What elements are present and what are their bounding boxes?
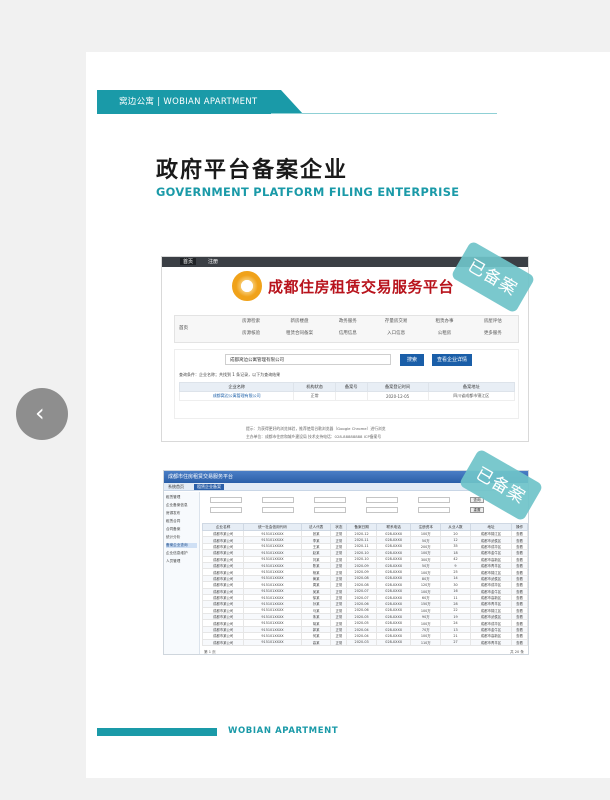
- pager-left: 第 1 页: [204, 650, 216, 654]
- chevron-left-icon: ‹: [35, 399, 45, 427]
- footer-line: 主办单位：成都市住房和城乡建设局 技术支持电话：028-88888888 ICP…: [246, 434, 382, 439]
- admin-data-grid: 企业名称 统一社会信用代码 法人代表 状态 备案日期 联系电话 注册资本 从业人数 地址 操作 成…: [201, 523, 528, 647]
- topbar-tab: 注册: [208, 259, 219, 265]
- grid-cell: 110万: [410, 638, 442, 647]
- admin-grid-screenshot: 成都市住房租赁交易服务平台 系统首页 租赁企业备案 租赁管理企业备案信息 房源发布…: [163, 470, 529, 655]
- sidebar-item: 人员管理: [166, 559, 181, 563]
- platform-nav: 首页 房源检索 新房楼盘 政务服务 存量房交易 租赁办事 房屋评估房源核验 租赁合同备案 信用…: [174, 315, 519, 343]
- result-note: 查询条件：企业名称；共找到 1 条记录，以下为查询结果: [179, 372, 281, 377]
- grid-cell: 915101XXXX: [243, 638, 302, 647]
- table-cell: 四川省成都市锦江区: [427, 391, 516, 401]
- banner-divider: [271, 113, 497, 114]
- page-subtitle: GOVERNMENT PLATFORM FILING ENTERPRISE: [156, 185, 460, 199]
- pager-right: 共 20 条: [509, 650, 524, 654]
- table-cell: 2020-12-05: [366, 391, 429, 401]
- filter-field: [262, 507, 294, 513]
- footer-accent-bar: [97, 728, 217, 736]
- nav-item: 房源检索: [242, 319, 261, 324]
- grid-header: 联系电话: [375, 523, 412, 531]
- nav-item: 存量房交易: [384, 319, 408, 324]
- nav-item: 入口信息: [387, 331, 406, 336]
- grid-header: 操作: [511, 523, 528, 531]
- platform-header: 成都住房租赁交易服务平台: [232, 271, 454, 301]
- previous-slide-button[interactable]: ‹: [16, 388, 68, 440]
- brand-banner-text: 窝边公寓 | WOBIAN APARTMENT: [119, 97, 258, 107]
- grid-header: 注册资本: [410, 523, 442, 531]
- nav-item: 政务服务: [338, 319, 357, 324]
- nav-home: 首页: [179, 326, 188, 331]
- sidebar-item: 租赁管理: [166, 495, 181, 499]
- filter-field: [366, 507, 398, 513]
- table-cell: 正常: [293, 391, 336, 401]
- sidebar-item: 租赁合同: [166, 519, 181, 523]
- table-header: 企业名称: [178, 382, 295, 392]
- table-header: 机构状态: [293, 382, 336, 392]
- sidebar-item: 备案企业查询: [166, 543, 197, 548]
- result-table: 企业名称 机构状态 备案号 备案登记时间 备案地址 成都窝边公寓管理有限公司 正常 2020…: [178, 382, 516, 401]
- brochure-page: 窝边公寓 | WOBIAN APARTMENT 政府平台备案企业 GOVERNM…: [86, 52, 610, 778]
- platform-logo-icon: [232, 271, 262, 301]
- sidebar-item: 企业备案信息: [166, 503, 188, 507]
- nav-item: 信用信息: [338, 331, 357, 336]
- table-header: 备案地址: [427, 382, 516, 392]
- nav-item: 租赁办事: [435, 319, 454, 324]
- footer-brand: WOBIAN APARTMENT: [228, 726, 339, 736]
- table-cell: 成都窝边公寓管理有限公司: [178, 391, 295, 401]
- filter-field: [262, 497, 294, 503]
- grid-cell: 028-XXXX: [375, 638, 412, 647]
- grid-cell: 2020-03: [346, 638, 377, 647]
- platform-title: 成都住房租赁交易服务平台: [268, 277, 455, 296]
- grid-header: 企业名称: [201, 523, 245, 531]
- filter-field: [418, 497, 450, 503]
- admin-title: 成都市住房租赁交易服务平台: [168, 474, 234, 480]
- admin-pager: 第 1 页 共 20 条: [202, 649, 528, 654]
- sidebar-item: 统计分析: [166, 535, 181, 539]
- admin-sidebar: 租赁管理企业备案信息 房源发布租赁合同合同备案统计分析备案企业查询 企业信息维护 人员…: [164, 492, 200, 654]
- filter-field: [366, 497, 398, 503]
- topbar-tab: 首页: [180, 258, 197, 265]
- nav-item: 公租房: [437, 331, 452, 336]
- nav-item: 租赁合同备案: [285, 331, 313, 336]
- grid-header: 统一社会信用代码: [243, 523, 302, 531]
- grid-cell: 成都市青羊区: [469, 638, 513, 647]
- filter-field: [210, 497, 242, 503]
- grid-header: 地址: [469, 523, 513, 531]
- platform-footer: 提示：为获得更好的浏览体验，推荐使用谷歌浏览器（Google Chrome）进行…: [162, 423, 528, 441]
- grid-cell: 成都市某公司: [201, 638, 245, 647]
- table-header: 备案登记时间: [366, 382, 429, 392]
- nav-item: 房屋评估: [483, 319, 502, 324]
- table-row: 成都市某公司 915101XXXX 高某 正常 2020-03 028-XXXX 110万 2…: [201, 638, 528, 647]
- page-title: 政府平台备案企业: [156, 158, 349, 183]
- company-detail-button: 查看企业详情: [432, 354, 472, 366]
- search-button: 搜索: [400, 354, 424, 366]
- grid-header: 备案日期: [346, 523, 377, 531]
- nav-item: 更多服务: [483, 331, 502, 336]
- footer-line: 提示：为获得更好的浏览体验，推荐使用谷歌浏览器（Google Chrome）进行…: [246, 426, 386, 431]
- table-header: 备案号: [334, 382, 368, 392]
- filter-field: [314, 507, 346, 513]
- nav-item: 新房楼盘: [290, 319, 309, 324]
- filter-field: [210, 507, 242, 513]
- sidebar-item: 房源发布: [166, 511, 181, 515]
- grid-header: 法人代表: [300, 523, 332, 531]
- admin-tab-active: 租赁企业备案: [194, 484, 224, 490]
- grid-header: 状态: [330, 523, 348, 531]
- company-search-input: 成都窝边公寓管理有限公司: [225, 354, 391, 365]
- reset-button: 重置: [470, 507, 484, 513]
- admin-tab: 系统首页: [168, 484, 184, 489]
- nav-item: 房源核验: [242, 331, 261, 336]
- table-cell: [334, 391, 368, 401]
- filter-field: [418, 507, 450, 513]
- grid-cell: 高某: [300, 638, 332, 647]
- grid-cell: 27: [440, 638, 471, 647]
- brand-banner: 窝边公寓 | WOBIAN APARTMENT: [97, 90, 303, 114]
- filter-field: [314, 497, 346, 503]
- grid-cell: 查看: [511, 638, 528, 647]
- admin-filter: 查询 重置: [202, 495, 528, 521]
- search-area: 成都窝边公寓管理有限公司 搜索 查看企业详情 查询条件：企业名称；共找到 1 条…: [174, 349, 519, 419]
- grid-header: 从业人数: [440, 523, 471, 531]
- sidebar-item: 企业信息维护: [166, 551, 188, 555]
- sidebar-item: 合同备案: [166, 527, 181, 531]
- grid-cell: 正常: [330, 638, 348, 647]
